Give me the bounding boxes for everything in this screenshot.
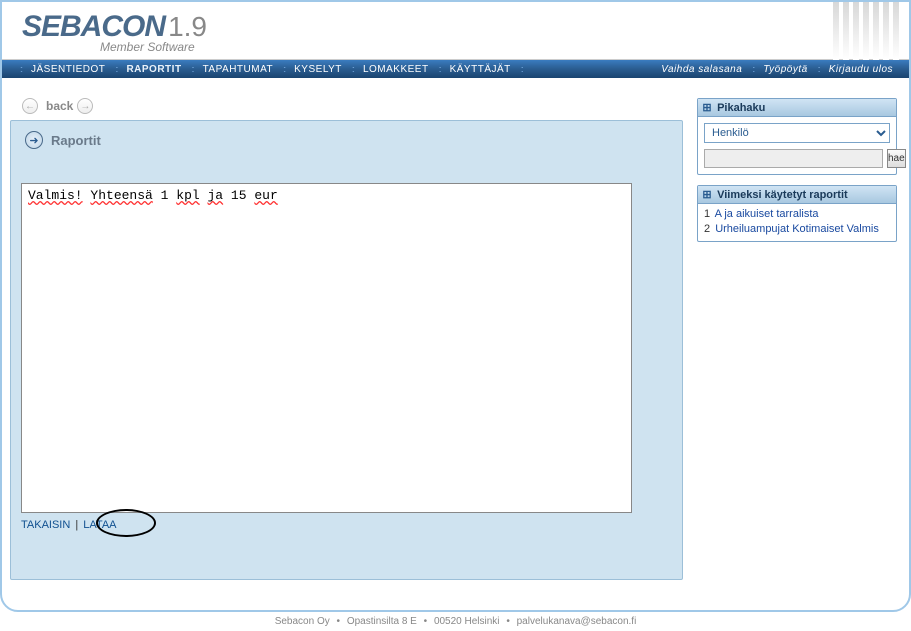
logo-version: 1.9 bbox=[168, 11, 207, 42]
footer-email: palvelukanava@sebacon.fi bbox=[517, 616, 637, 627]
nav-jasentiedot[interactable]: JÄSENTIEDOT bbox=[27, 64, 109, 75]
recent-item-link[interactable]: A ja aikuiset tarralista bbox=[715, 208, 819, 220]
back-arrow-icon[interactable]: ← bbox=[22, 98, 38, 114]
recent-item-number: 1 bbox=[704, 208, 710, 220]
report-panel: ➜ Raportit Valmis! Yhteensä 1 kpl ja 15 bbox=[10, 120, 683, 580]
app-header: SEBACON 1.9 Member Software bbox=[2, 2, 909, 60]
nav-tapahtumat[interactable]: TAPAHTUMAT bbox=[199, 64, 278, 75]
logo-subtitle: Member Software bbox=[100, 40, 207, 54]
recent-reports-header: ⊞ Viimeksi käytetyt raportit bbox=[698, 186, 896, 204]
report-word: kpl bbox=[176, 188, 199, 203]
report-output[interactable]: Valmis! Yhteensä 1 kpl ja 15 eur bbox=[21, 183, 632, 513]
report-actions: TAKAISIN | LATAA bbox=[21, 519, 672, 531]
back-link[interactable]: TAKAISIN bbox=[21, 519, 70, 531]
report-word: 1 bbox=[161, 188, 169, 203]
report-word: Valmis! bbox=[28, 188, 83, 203]
logo: SEBACON 1.9 Member Software bbox=[22, 10, 207, 54]
nav-kyselyt[interactable]: KYSELYT bbox=[290, 64, 346, 75]
quicksearch-select[interactable]: Henkilö bbox=[704, 123, 890, 143]
back-navigation: ← back → bbox=[22, 98, 683, 114]
footer-dot-icon: • bbox=[337, 616, 341, 627]
forward-arrow-icon[interactable]: → bbox=[77, 98, 93, 114]
nav-separator-icon: :: bbox=[521, 64, 522, 74]
nav-kayttajat[interactable]: KÄYTTÄJÄT bbox=[446, 64, 515, 75]
quicksearch-title: Pikahaku bbox=[717, 102, 765, 114]
nav-separator-icon: :: bbox=[192, 64, 193, 74]
main-navbar: :: JÄSENTIEDOT :: RAPORTIT :: TAPAHTUMAT… bbox=[2, 60, 909, 78]
quicksearch-input[interactable] bbox=[704, 149, 883, 168]
report-word: eur bbox=[254, 188, 277, 203]
report-word: ja bbox=[208, 188, 224, 203]
header-decor-stripes bbox=[833, 2, 899, 60]
recent-reports-box: ⊞ Viimeksi käytetyt raportit 1 A ja aiku… bbox=[697, 185, 897, 242]
quicksearch-header: ⊞ Pikahaku bbox=[698, 99, 896, 117]
recent-report-item: 2 Urheiluampujat Kotimaiset Valmis bbox=[704, 222, 890, 237]
report-word: Yhteensä bbox=[90, 188, 152, 203]
panel-arrow-icon: ➜ bbox=[25, 131, 43, 149]
nav-separator-icon: :: bbox=[283, 64, 284, 74]
nav-separator-icon: :: bbox=[20, 64, 21, 74]
footer-dot-icon: • bbox=[424, 616, 428, 627]
expand-icon[interactable]: ⊞ bbox=[702, 101, 712, 114]
nav-separator-icon: :: bbox=[352, 64, 353, 74]
footer: Sebacon Oy • Opastinsilta 8 E • 00520 He… bbox=[2, 616, 909, 627]
quicksearch-box: ⊞ Pikahaku Henkilö hae bbox=[697, 98, 897, 175]
download-link[interactable]: LATAA bbox=[83, 519, 116, 531]
recent-report-item: 1 A ja aikuiset tarralista bbox=[704, 207, 890, 222]
nav-separator-icon: :: bbox=[439, 64, 440, 74]
nav-change-password[interactable]: Vaihda salasana bbox=[657, 64, 746, 75]
panel-title: Raportit bbox=[51, 133, 101, 148]
back-label[interactable]: back bbox=[46, 99, 73, 113]
footer-company: Sebacon Oy bbox=[275, 616, 330, 627]
footer-city: 00520 Helsinki bbox=[434, 616, 500, 627]
nav-separator-icon: :: bbox=[818, 64, 819, 74]
nav-separator-icon: :: bbox=[115, 64, 116, 74]
footer-address: Opastinsilta 8 E bbox=[347, 616, 417, 627]
recent-item-number: 2 bbox=[704, 223, 710, 235]
recent-reports-title: Viimeksi käytetyt raportit bbox=[717, 189, 848, 201]
logo-main: SEBACON bbox=[22, 10, 165, 43]
nav-lomakkeet[interactable]: LOMAKKEET bbox=[359, 64, 433, 75]
nav-desktop[interactable]: Työpöytä bbox=[759, 64, 811, 75]
quicksearch-button[interactable]: hae bbox=[887, 149, 906, 168]
nav-separator-icon: :: bbox=[752, 64, 753, 74]
nav-logout[interactable]: Kirjaudu ulos bbox=[825, 64, 897, 75]
link-separator: | bbox=[75, 519, 78, 531]
nav-raportit[interactable]: RAPORTIT bbox=[122, 64, 185, 75]
report-word: 15 bbox=[231, 188, 247, 203]
recent-item-link[interactable]: Urheiluampujat Kotimaiset Valmis bbox=[715, 223, 879, 235]
expand-icon[interactable]: ⊞ bbox=[702, 188, 712, 201]
footer-dot-icon: • bbox=[506, 616, 510, 627]
